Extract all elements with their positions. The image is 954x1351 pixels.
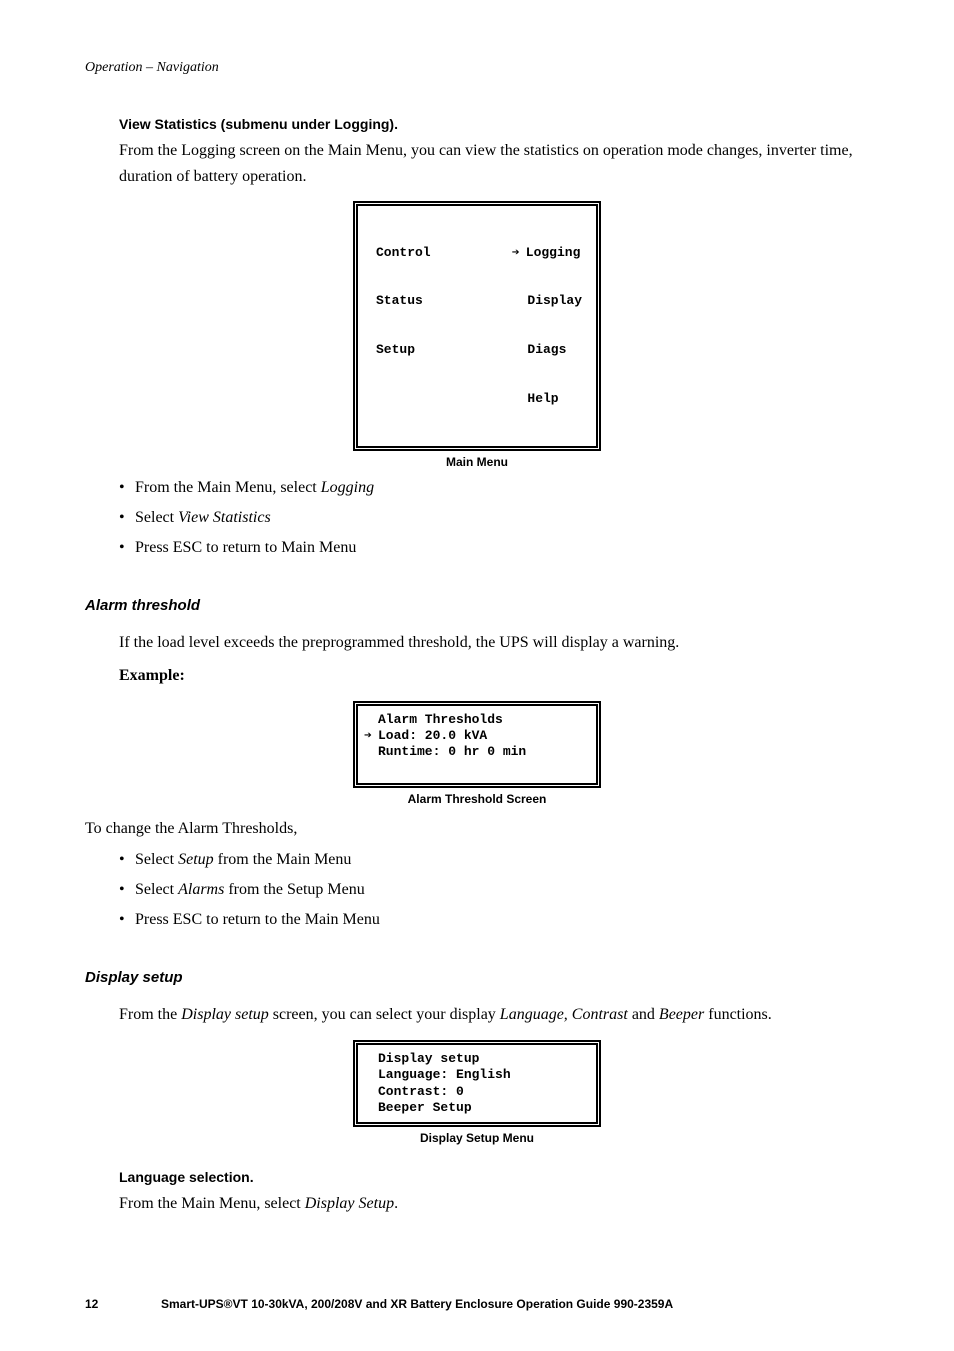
breadcrumb: Operation – Navigation [85,60,869,76]
language-selection-heading: Language selection. [119,1169,869,1185]
language-selection-text: From the Main Menu, select Display Setup… [119,1191,869,1217]
menu-item: Diags [512,342,582,358]
list-item: Press ESC to return to the Main Menu [119,911,869,929]
page-number: 12 [85,1297,161,1311]
screen-line: Contrast: 0 [364,1084,590,1100]
display-setup-caption: Display Setup Menu [353,1131,601,1145]
screen-line: Alarm Thresholds [364,712,590,728]
alarm-after-text: To change the Alarm Thresholds, [85,816,869,842]
menu-item-selected: ➔Logging [512,245,582,261]
main-menu-caption: Main Menu [353,455,601,469]
footer-title: Smart-UPS®VT 10-30kVA, 200/208V and XR B… [161,1297,869,1311]
list-item: From the Main Menu, select Logging [119,479,869,497]
list-item: Select Alarms from the Setup Menu [119,881,869,899]
example-label: Example: [119,663,869,689]
menu-item: Display [512,293,582,309]
display-setup-intro: From the Display setup screen, you can s… [119,1002,869,1028]
alarm-screen-caption: Alarm Threshold Screen [353,792,601,806]
alarm-steps: Select Setup from the Main Menu Select A… [119,851,869,929]
screen-line: Language: English [364,1067,590,1083]
list-item: Select View Statistics [119,509,869,527]
page-footer: 12 Smart-UPS®VT 10-30kVA, 200/208V and X… [85,1297,869,1311]
screen-line: Display setup [364,1051,590,1067]
list-item: Select Setup from the Main Menu [119,851,869,869]
alarm-intro: If the load level exceeds the preprogram… [119,630,869,656]
display-setup-heading: Display setup [85,969,869,986]
menu-item: Help [512,391,582,407]
screen-line [364,761,590,777]
view-stats-intro: From the Logging screen on the Main Menu… [119,138,869,189]
menu-item: Status [376,293,438,309]
list-item: Press ESC to return to Main Menu [119,539,869,557]
screen-line: Runtime: 0 hr 0 min [364,744,590,760]
menu-item: Setup [376,342,438,358]
main-menu-screen: Control Status Setup ➔Logging Display Di… [353,201,601,451]
menu-item: Control [376,245,438,261]
display-setup-screen: Display setup Language: English Contrast… [353,1040,601,1127]
alarm-heading: Alarm threshold [85,597,869,614]
alarm-threshold-screen: Alarm Thresholds ➔Load: 20.0 kVA Runtime… [353,701,601,788]
screen-line: Beeper Setup [364,1100,590,1116]
arrow-right-icon: ➔ [364,728,378,744]
view-stats-heading: View Statistics (submenu under Logging). [119,116,869,132]
view-stats-steps: From the Main Menu, select Logging Selec… [119,479,869,557]
arrow-right-icon: ➔ [512,245,526,261]
screen-line-selected: ➔Load: 20.0 kVA [364,728,590,744]
